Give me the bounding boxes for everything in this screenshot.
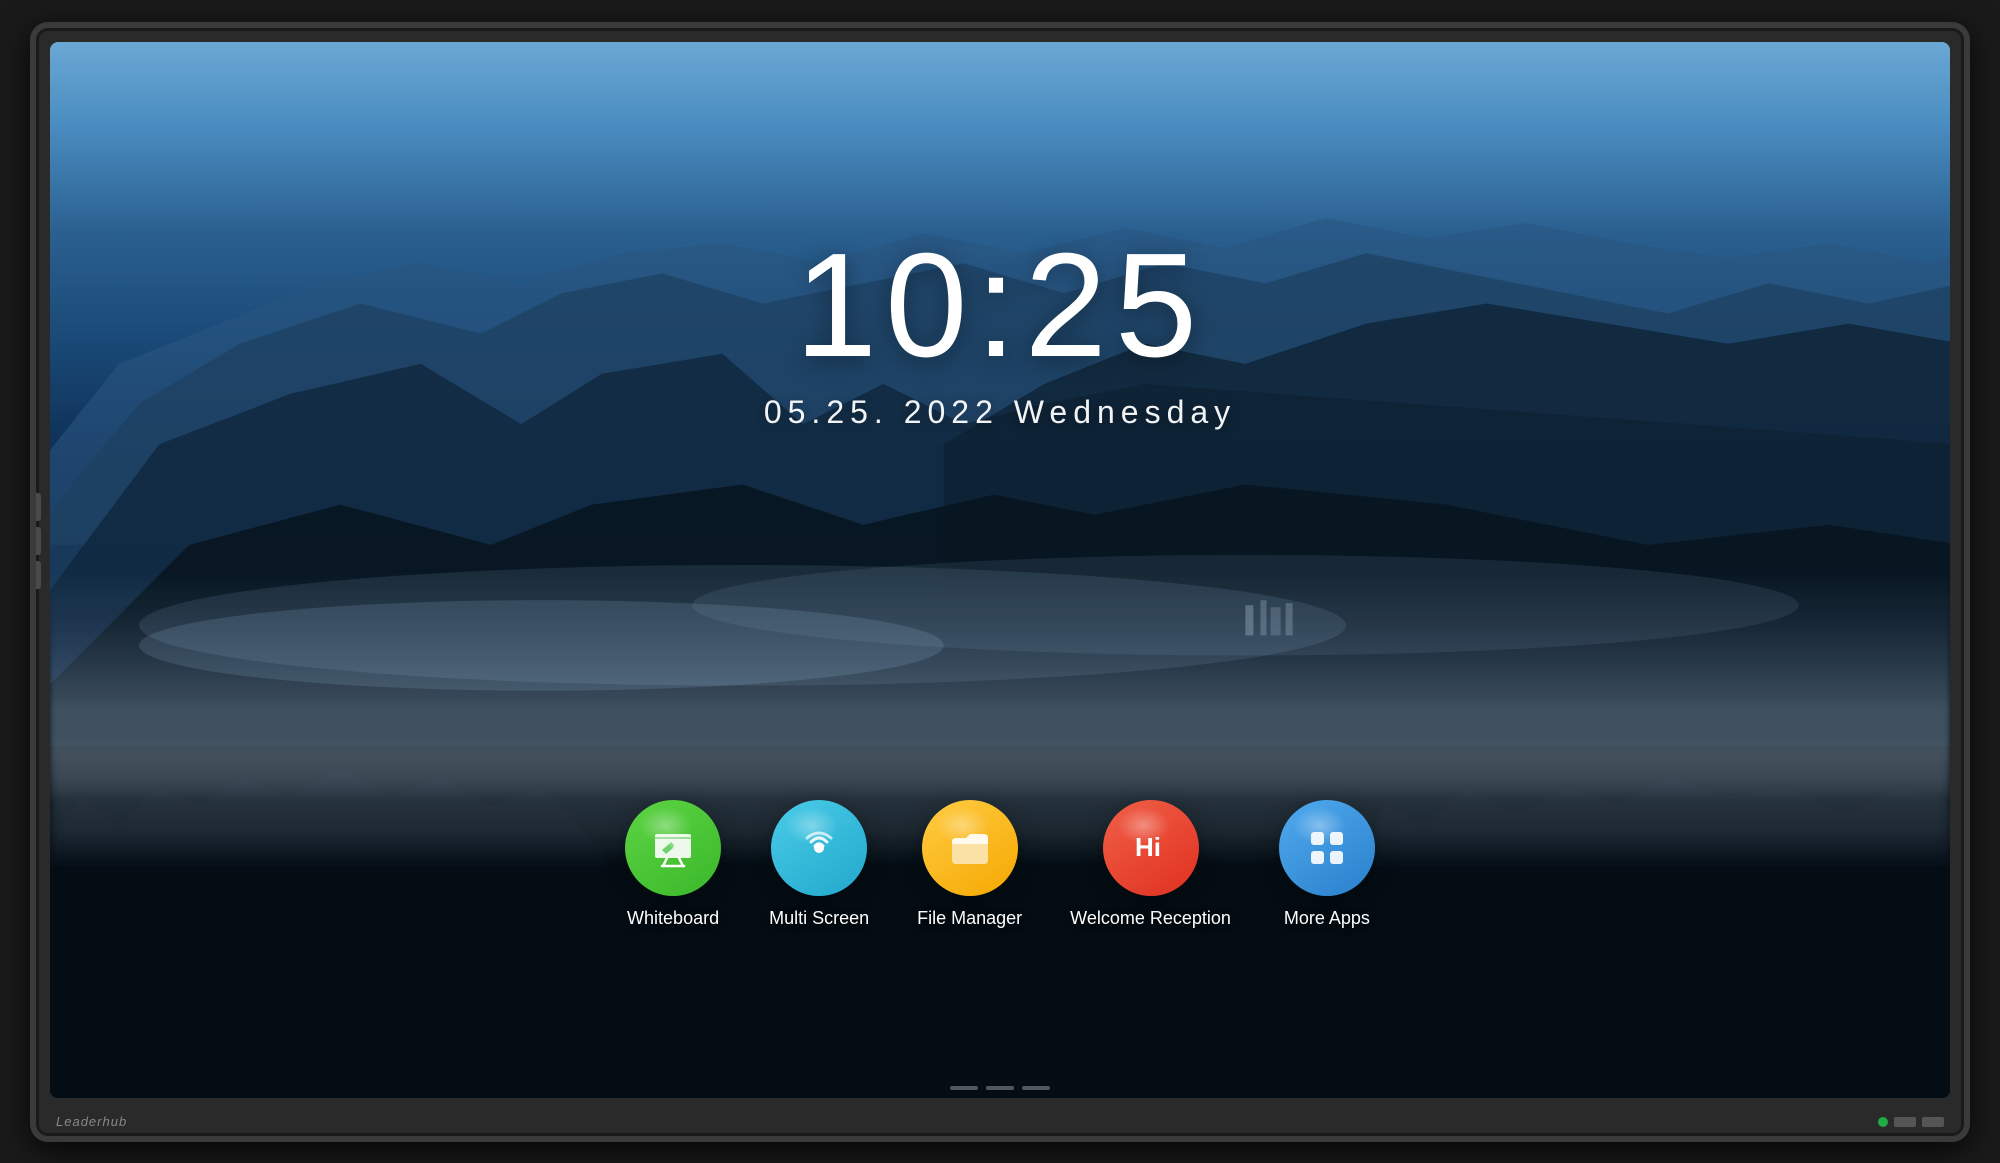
app-multiscreen[interactable]: Multi Screen (769, 800, 869, 929)
side-button[interactable] (36, 493, 41, 521)
welcome-label: Welcome Reception (1070, 908, 1231, 929)
welcome-icon-bg: Hi (1103, 800, 1199, 896)
clock-date: 05.25. 2022 Wednesday (764, 394, 1236, 431)
tv-controls (1878, 1117, 1944, 1127)
clock-container: 10:25 05.25. 2022 Wednesday (50, 232, 1950, 431)
whiteboard-icon-bg (625, 800, 721, 896)
filemanager-icon-bg (922, 800, 1018, 896)
filemanager-label: File Manager (917, 908, 1022, 929)
nav-dot (986, 1086, 1014, 1090)
nav-dot (950, 1086, 978, 1090)
app-welcome[interactable]: Hi Welcome Reception (1070, 800, 1231, 929)
side-buttons (36, 493, 41, 589)
control-button[interactable] (1922, 1117, 1944, 1127)
multiscreen-icon-bg (771, 800, 867, 896)
clock-time: 10:25 (795, 232, 1205, 380)
multiscreen-label: Multi Screen (769, 908, 869, 929)
tv-screen: 10:25 05.25. 2022 Wednesday (50, 42, 1950, 1098)
grid-icon (1301, 822, 1353, 874)
folder-icon (944, 822, 996, 874)
brand-label: Leaderhub (56, 1114, 127, 1129)
tv-bottom-bar: Leaderhub (36, 1108, 1964, 1136)
side-button[interactable] (36, 527, 41, 555)
app-filemanager[interactable]: File Manager (917, 800, 1022, 929)
nav-dots (950, 1086, 1050, 1090)
whiteboard-label: Whiteboard (627, 908, 719, 929)
power-indicator (1878, 1117, 1888, 1127)
whiteboard-icon (647, 822, 699, 874)
tv-frame: 10:25 05.25. 2022 Wednesday (30, 22, 1970, 1142)
app-whiteboard[interactable]: Whiteboard (625, 800, 721, 929)
control-button[interactable] (1894, 1117, 1916, 1127)
nav-dot (1022, 1086, 1050, 1090)
moreapps-label: More Apps (1284, 908, 1370, 929)
hi-icon: Hi (1125, 822, 1177, 874)
apps-container: Whiteboard Multi Screen (50, 800, 1950, 929)
side-button[interactable] (36, 561, 41, 589)
app-moreapps[interactable]: More Apps (1279, 800, 1375, 929)
moreapps-icon-bg (1279, 800, 1375, 896)
svg-text:Hi: Hi (1135, 832, 1161, 862)
multiscreen-icon (793, 822, 845, 874)
